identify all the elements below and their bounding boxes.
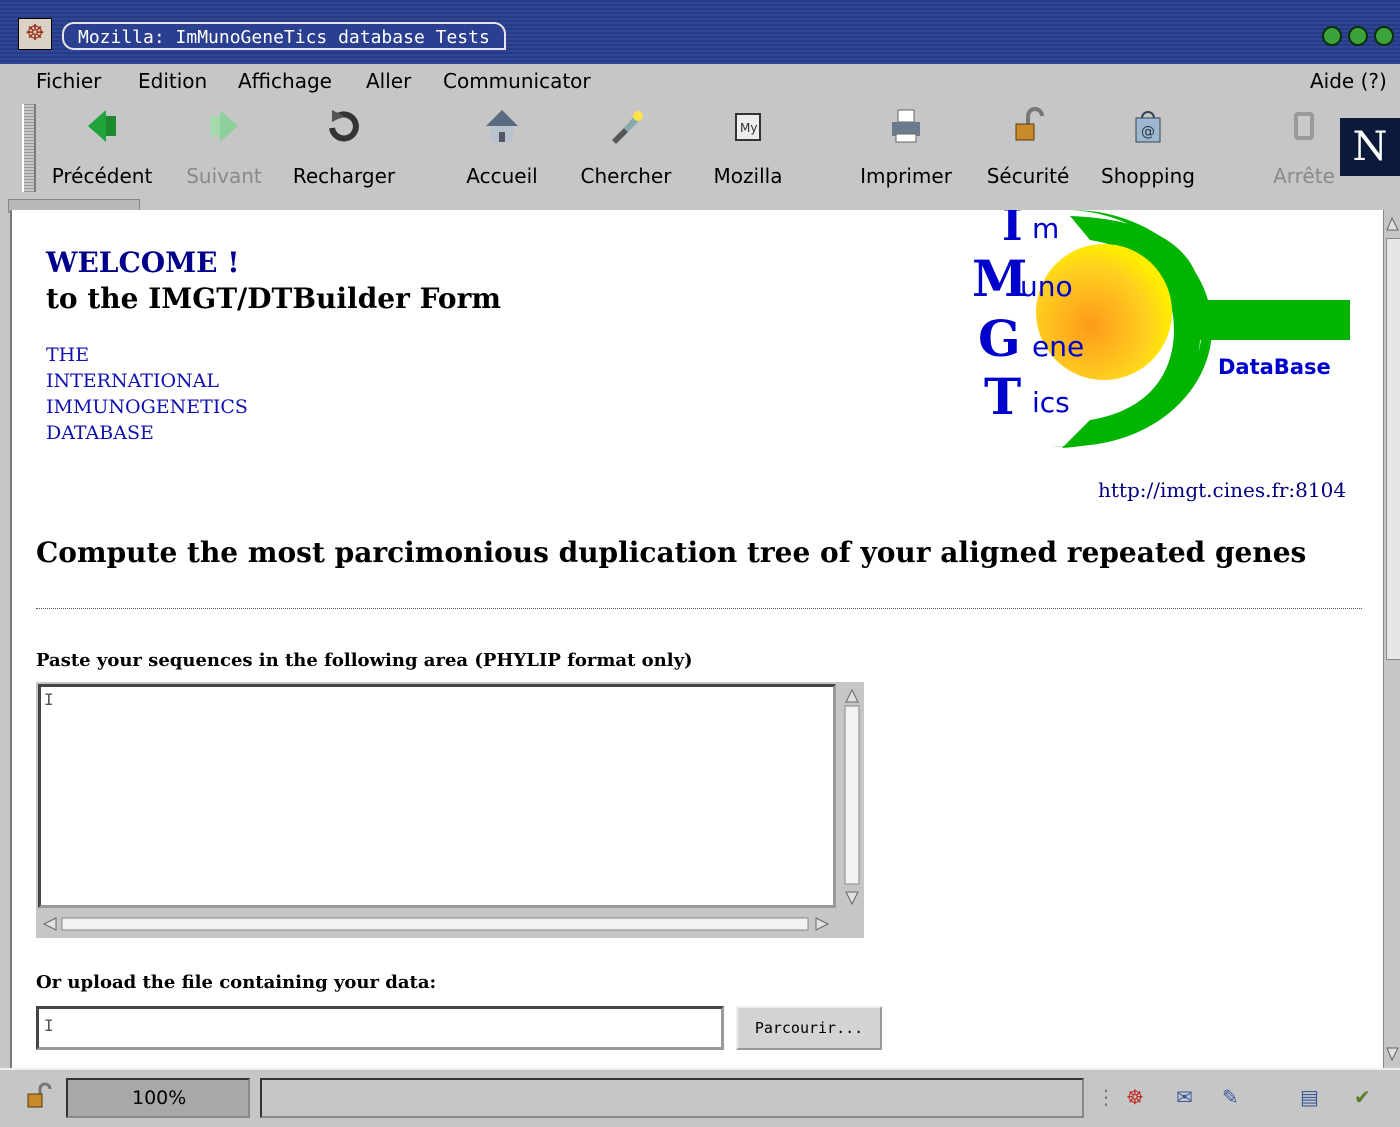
security-label: Sécurité (986, 164, 1070, 188)
title-bar[interactable]: ☸ Mozilla: ImMunoGeneTics database Tests (0, 0, 1400, 64)
close-button[interactable] (1374, 26, 1394, 46)
page-content: WELCOME ! to the IMGT/DTBuilder Form THE… (10, 210, 1385, 1068)
logo-suffix-uno: uno (1020, 270, 1073, 303)
navigator-component-icon[interactable]: ☸ (1126, 1084, 1144, 1110)
menu-fichier[interactable]: Fichier (36, 69, 101, 93)
textarea-horizontal-scrollbar[interactable] (38, 914, 838, 934)
search-button[interactable]: Chercher (566, 98, 686, 194)
org-line-2: INTERNATIONAL (46, 370, 220, 392)
newsgroups-component-icon[interactable]: ✎ (1222, 1084, 1239, 1110)
window-title: Mozilla: ImMunoGeneTics database Tests (62, 22, 506, 50)
home-button[interactable]: Accueil (442, 98, 562, 194)
navigation-toolbar: Précédent Suivant Recharger Accueil Cher… (0, 98, 1400, 210)
sequence-textarea[interactable] (38, 684, 836, 908)
logo-suffix-ene: ene (1032, 330, 1084, 363)
site-url-link[interactable]: http://imgt.cines.fr:8104 (1098, 478, 1346, 502)
menu-edition[interactable]: Edition (138, 69, 207, 93)
scroll-up-arrow-icon[interactable] (1384, 214, 1400, 234)
menu-communicator[interactable]: Communicator (443, 69, 591, 93)
reload-button[interactable]: Recharger (284, 98, 404, 194)
home-icon (442, 106, 562, 146)
composer-component-icon[interactable]: ✔ (1354, 1084, 1371, 1110)
back-button[interactable]: Précédent (42, 98, 162, 194)
menu-bar: Fichier Edition Affichage Aller Communic… (0, 64, 1400, 98)
form-title: to the IMGT/DTBuilder Form (46, 282, 501, 315)
reload-label: Recharger (292, 164, 396, 188)
mail-component-icon[interactable]: ✉ (1176, 1084, 1193, 1110)
page-heading: Compute the most parcimonious duplicatio… (36, 536, 1307, 569)
page-vertical-scrollbar[interactable] (1383, 210, 1400, 1068)
address-book-component-icon[interactable]: ▤ (1300, 1084, 1319, 1110)
print-button[interactable]: Imprimer (846, 98, 966, 194)
org-line-1: THE (46, 344, 90, 366)
forward-arrow-icon (164, 106, 284, 146)
sequence-textarea-frame: I (36, 682, 864, 938)
text-cursor-icon: I (44, 1016, 54, 1035)
load-progress: 100% (66, 1078, 250, 1118)
menu-affichage[interactable]: Affichage (238, 69, 332, 93)
reload-icon (284, 106, 404, 146)
security-button[interactable]: Sécurité (968, 98, 1088, 194)
logo-letter-t: T (984, 367, 1021, 426)
print-label: Imprimer (860, 164, 952, 188)
file-path-input[interactable] (36, 1006, 724, 1050)
paste-sequences-label: Paste your sequences in the following ar… (36, 650, 693, 671)
search-label: Chercher (580, 164, 672, 188)
back-label: Précédent (51, 164, 153, 188)
mozilla-app-icon[interactable]: ☸ (18, 18, 52, 50)
scroll-down-arrow-icon[interactable] (1384, 1044, 1400, 1064)
upload-file-label: Or upload the file containing your data: (36, 972, 437, 993)
status-grip-icon: ⋮ (1096, 1085, 1116, 1109)
svg-text:My: My (740, 121, 757, 135)
horizontal-divider (36, 608, 1362, 609)
status-bar: 100% ⋮ ☸ ✉ ✎ ▤ ✔ (0, 1068, 1400, 1127)
org-line-3: IMMUNOGENETICS (46, 396, 248, 418)
logo-suffix-m: m (1032, 212, 1059, 245)
logo-tag-database: DataBase (1218, 355, 1331, 379)
menu-aide[interactable]: Aide (?) (1310, 69, 1387, 93)
logo-suffix-ics: ics (1032, 386, 1070, 419)
home-label: Accueil (466, 164, 538, 188)
svg-text:@: @ (1141, 124, 1155, 140)
logo-letter-i: I (1002, 210, 1023, 251)
my-mozilla-icon: My (688, 106, 808, 146)
org-line-4: DATABASE (46, 422, 154, 444)
search-flashlight-icon (566, 106, 686, 146)
mozilla-button[interactable]: My Mozilla (688, 98, 808, 194)
back-arrow-icon (42, 106, 162, 146)
padlock-icon (968, 106, 1088, 146)
page-scroll-thumb[interactable] (1386, 238, 1400, 660)
status-message (260, 1078, 1084, 1118)
browse-button[interactable]: Parcourir... (736, 1006, 882, 1050)
shopping-label: Shopping (1101, 164, 1195, 188)
maximize-button[interactable] (1348, 26, 1368, 46)
printer-icon (846, 106, 966, 146)
text-cursor-icon: I (44, 690, 54, 709)
mozilla-label: Mozilla (713, 164, 783, 188)
security-lock-icon[interactable] (24, 1082, 54, 1110)
welcome-heading: WELCOME ! (46, 246, 240, 279)
forward-button[interactable]: Suivant (164, 98, 284, 194)
toolbar-grip[interactable] (22, 104, 36, 192)
menu-aller[interactable]: Aller (366, 69, 411, 93)
shopping-button[interactable]: @ Shopping (1088, 98, 1208, 194)
forward-label: Suivant (186, 164, 262, 188)
logo-letter-g: G (978, 309, 1021, 368)
imgt-logo: I m M uno G ene T ics DataBase (972, 210, 1350, 448)
netscape-throbber-logo[interactable]: N (1340, 118, 1400, 176)
shopping-bag-icon: @ (1088, 106, 1208, 146)
minimize-button[interactable] (1322, 26, 1342, 46)
textarea-vertical-scrollbar[interactable] (842, 684, 862, 910)
